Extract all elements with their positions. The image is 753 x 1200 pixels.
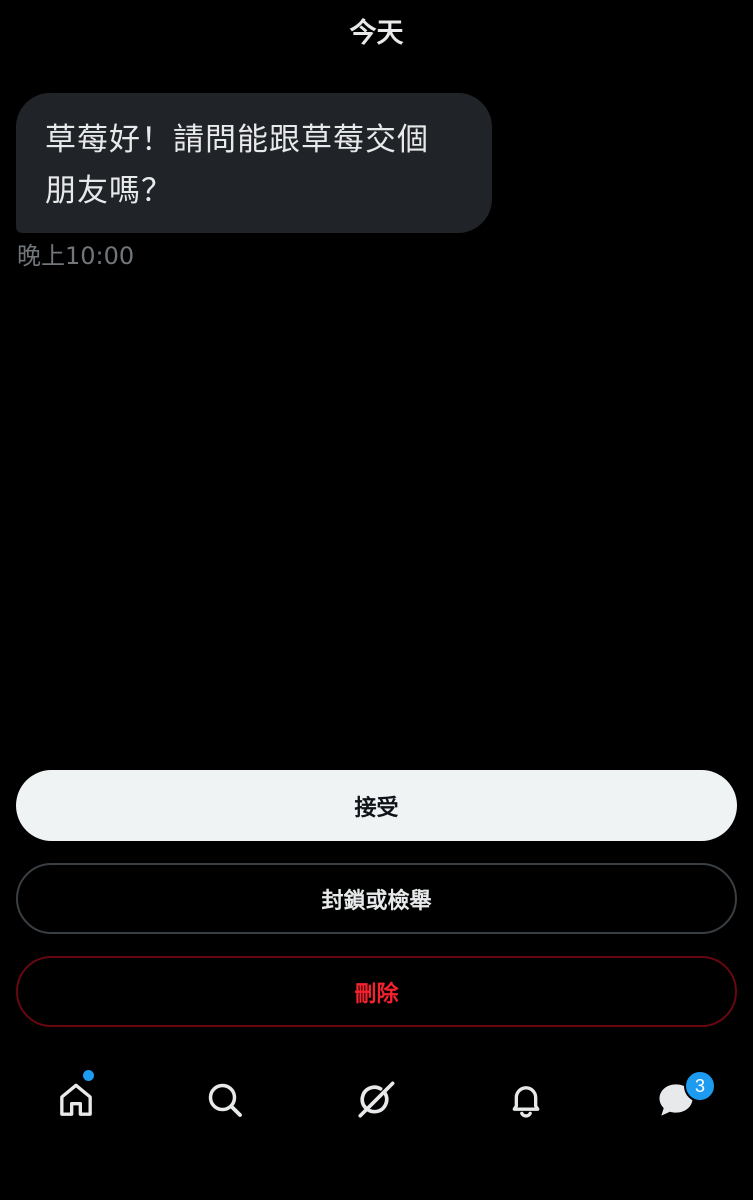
message-text-line-2: 朋友嗎？ bbox=[45, 173, 173, 209]
home-notification-dot bbox=[83, 1070, 94, 1081]
nav-home[interactable] bbox=[50, 1074, 102, 1126]
message-text-line-1: 草莓好！請問能跟草莓交個 bbox=[45, 122, 429, 158]
bottom-navigation: 3 bbox=[0, 1060, 753, 1140]
bell-icon bbox=[512, 1086, 540, 1118]
home-icon bbox=[60, 1083, 92, 1116]
nav-search[interactable] bbox=[199, 1074, 251, 1126]
accept-button[interactable]: 接受 bbox=[16, 770, 737, 841]
message-timestamp: 晚上10:00 bbox=[17, 242, 135, 270]
delete-button[interactable]: 刪除 bbox=[16, 956, 737, 1027]
search-icon bbox=[208, 1083, 242, 1117]
date-header: 今天 bbox=[349, 18, 404, 49]
grok-icon bbox=[358, 1081, 395, 1118]
block-or-report-button[interactable]: 封鎖或檢舉 bbox=[16, 863, 737, 934]
messages-unread-badge: 3 bbox=[684, 1070, 716, 1102]
message-bubble[interactable]: 草莓好！請問能跟草莓交個 朋友嗎？ bbox=[16, 93, 492, 233]
nav-grok[interactable] bbox=[350, 1074, 402, 1126]
nav-notifications[interactable] bbox=[500, 1074, 552, 1126]
